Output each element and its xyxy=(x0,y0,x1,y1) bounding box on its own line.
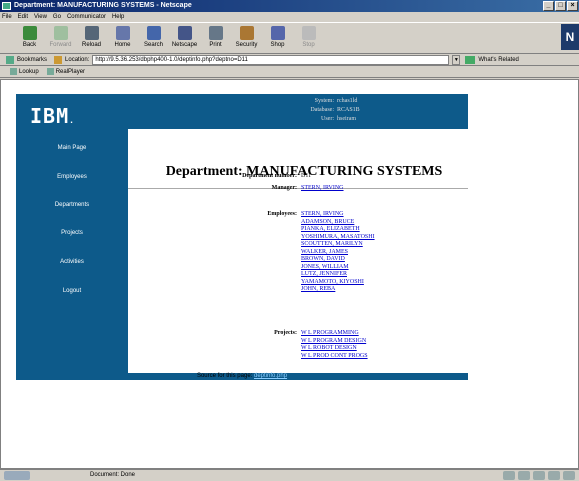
shop-icon xyxy=(270,26,285,40)
lookup-button[interactable]: Lookup xyxy=(10,68,39,76)
employee-link[interactable]: YOSHIMURA, MASATOSHI xyxy=(301,234,375,242)
menu-go[interactable]: Go xyxy=(53,12,61,22)
manager-link[interactable]: STERN, IRVING xyxy=(301,185,344,193)
network-icon xyxy=(4,471,30,480)
menu-view[interactable]: View xyxy=(34,12,47,22)
nav-employees[interactable]: Employees xyxy=(16,174,128,180)
newsgroups-icon[interactable] xyxy=(533,471,545,480)
mail-icon[interactable] xyxy=(518,471,530,480)
minimize-button[interactable]: _ xyxy=(543,1,554,11)
search-icon xyxy=(146,26,161,40)
back-arrow-icon xyxy=(22,26,37,40)
url-dropdown-icon[interactable]: ▼ xyxy=(452,54,461,65)
project-link[interactable]: W L PROGRAM DESIGN xyxy=(301,338,366,346)
projects-label: Projects: xyxy=(274,330,297,336)
maximize-button[interactable]: □ xyxy=(555,1,566,11)
stop-icon xyxy=(301,26,316,40)
title-divider xyxy=(128,188,468,189)
netscape-icon xyxy=(177,26,192,40)
forward-arrow-icon xyxy=(53,26,68,40)
printer-icon xyxy=(208,26,223,40)
realplayer-button[interactable]: RealPlayer xyxy=(46,68,85,76)
window-title-bar[interactable]: Department: MANUFACTURING SYSTEMS - Nets… xyxy=(0,0,579,12)
menu-bar: File Edit View Go Communicator Help xyxy=(0,12,579,22)
reload-button[interactable]: Reload xyxy=(76,23,107,53)
stop-button[interactable]: Stop xyxy=(293,23,324,53)
status-text: Document: Done xyxy=(90,472,136,478)
location-label: Location: xyxy=(65,56,90,63)
window-controls: _ □ × xyxy=(543,1,578,11)
project-link[interactable]: W L PROGRAMMING xyxy=(301,330,359,338)
nav-projects[interactable]: Projects xyxy=(16,230,128,236)
lock-icon xyxy=(239,26,254,40)
employee-link[interactable]: PIANKA, ELIZABETH xyxy=(301,226,360,234)
nav-main-page[interactable]: Main Page xyxy=(16,145,128,151)
url-input[interactable]: http://9.5.36.253/dbphp400-1.0/deptinfo.… xyxy=(92,54,450,65)
whats-related-button[interactable]: What's Related xyxy=(478,57,519,63)
composer-icon[interactable] xyxy=(548,471,560,480)
employee-link[interactable]: SCOUTTEN, MARILYN xyxy=(301,241,363,249)
security-button[interactable]: Security xyxy=(231,23,262,53)
nav-departments[interactable]: Departments xyxy=(16,202,128,208)
employee-link[interactable]: WALKER, JAMES xyxy=(301,249,348,257)
employee-link[interactable]: YAMAMOTO, KIYOSHI xyxy=(301,279,364,287)
system-info: System: rchas1ld Database: RCAS1B User: hse… xyxy=(310,98,360,122)
page-banner: IBM. System: rchas1ld Database: RCAS1B Use… xyxy=(16,94,468,129)
footer-label: Source for this page: xyxy=(196,373,253,379)
menu-file[interactable]: File xyxy=(2,12,12,22)
bookmarks-button[interactable]: Bookmarks xyxy=(17,57,47,63)
check-icon[interactable] xyxy=(563,471,575,480)
bookmark-icon xyxy=(46,68,54,76)
whats-related-icon xyxy=(465,55,476,64)
footer-source-link[interactable]: deptinfo.php xyxy=(254,373,287,379)
dept-number-label: Department number: xyxy=(242,173,297,179)
location-icon xyxy=(54,55,63,64)
page-content[interactable]: IBM. System: rchas1ld Database: RCAS1B Use… xyxy=(0,79,579,469)
page-footer: Source for this page: deptinfo.php xyxy=(16,373,468,380)
employee-link[interactable]: LUTZ, JENNIFER xyxy=(301,271,347,279)
back-button[interactable]: Back xyxy=(14,23,45,53)
home-icon xyxy=(115,26,130,40)
bookmarks-icon xyxy=(6,55,14,64)
close-button[interactable]: × xyxy=(567,1,578,11)
navigation-toolbar: Back Forward Reload Home Search Netscape… xyxy=(0,22,579,54)
employee-link[interactable]: STERN, IRVING xyxy=(301,211,344,219)
personal-toolbar: Lookup RealPlayer xyxy=(0,67,579,78)
reload-icon xyxy=(84,26,99,40)
employee-link[interactable]: JOHN, REBA xyxy=(301,286,335,294)
manager-label: Manager: xyxy=(271,185,297,191)
employee-link[interactable]: JONES, WILLIAM xyxy=(301,264,349,272)
project-link[interactable]: W L PROD CONT PROGS xyxy=(301,353,368,361)
bookmark-icon xyxy=(10,68,17,76)
menu-edit[interactable]: Edit xyxy=(18,12,28,22)
menu-help[interactable]: Help xyxy=(112,12,124,22)
forward-button[interactable]: Forward xyxy=(45,23,76,53)
netscape-button[interactable]: Netscape xyxy=(169,23,200,53)
employees-label: Employees: xyxy=(267,211,297,217)
employee-link[interactable]: ADAMSON, BRUCE xyxy=(301,219,354,227)
menu-communicator[interactable]: Communicator xyxy=(67,12,106,22)
location-bar: Bookmarks Location: http://9.5.36.253/db… xyxy=(0,54,579,66)
ibm-logo: IBM. xyxy=(30,104,75,128)
search-button[interactable]: Search xyxy=(138,23,169,53)
netscape-app-icon xyxy=(2,2,11,10)
project-link[interactable]: W L ROBOT DESIGN xyxy=(301,345,357,353)
navigator-icon[interactable] xyxy=(503,471,515,480)
nav-activities[interactable]: Activities xyxy=(16,259,128,265)
employee-link[interactable]: BROWN, DAVID xyxy=(301,256,345,264)
dept-number-value: D11 xyxy=(301,173,312,179)
home-button[interactable]: Home xyxy=(107,23,138,53)
print-button[interactable]: Print xyxy=(200,23,231,53)
nav-sidebar: Main Page Employees Departments Projects… xyxy=(16,129,128,373)
status-bar: Document: Done xyxy=(0,469,579,481)
netscape-logo: N xyxy=(561,24,579,50)
nav-logout[interactable]: Logout xyxy=(16,288,128,294)
window-title: Department: MANUFACTURING SYSTEMS - Nets… xyxy=(14,2,192,9)
shop-button[interactable]: Shop xyxy=(262,23,293,53)
component-bar xyxy=(503,471,575,480)
